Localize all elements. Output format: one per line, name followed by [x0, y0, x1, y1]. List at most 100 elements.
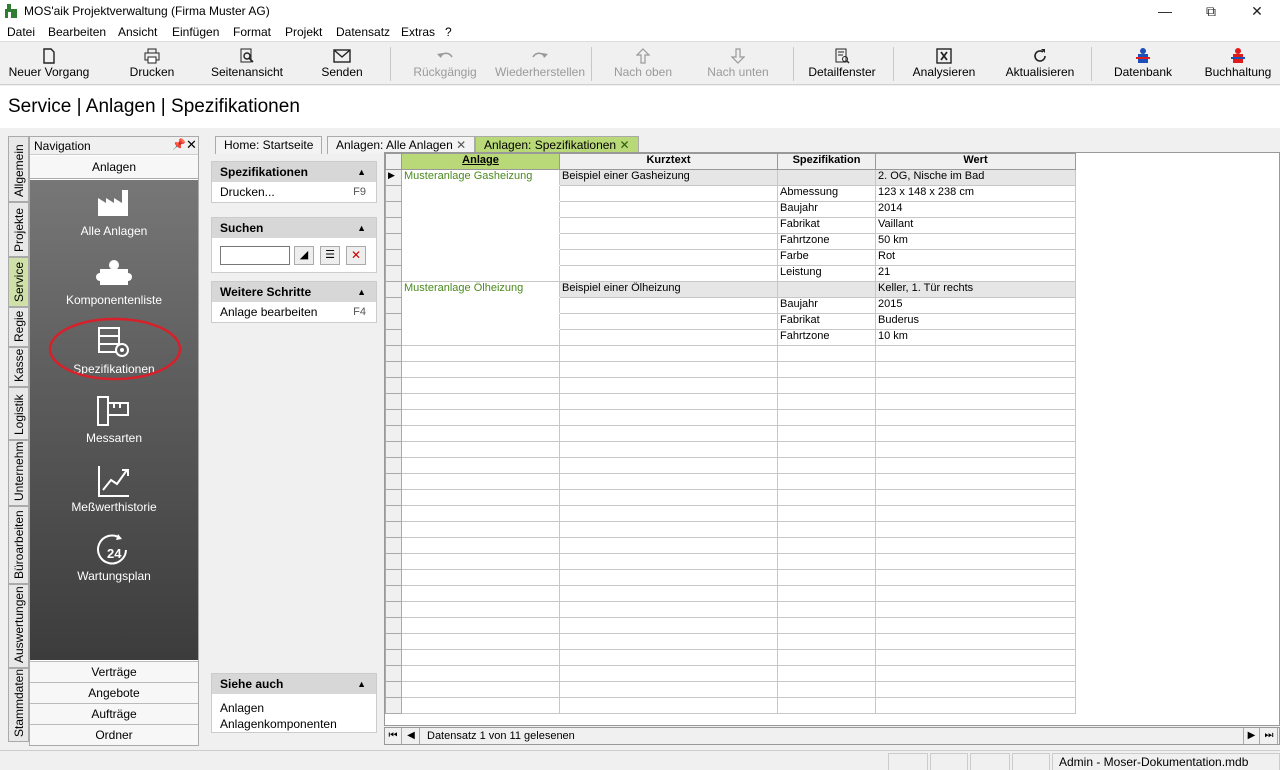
- cell-spezifikation[interactable]: [777, 665, 876, 682]
- cell-spezifikation[interactable]: [777, 345, 876, 362]
- row-selector[interactable]: [385, 281, 402, 298]
- cell-spezifikation[interactable]: Fabrikat: [777, 217, 876, 234]
- next-record-icon[interactable]: ▶: [1243, 728, 1260, 744]
- cell-spezifikation[interactable]: Leistung: [777, 265, 876, 282]
- move-down-button[interactable]: Nach unten: [692, 43, 784, 84]
- cell-wert[interactable]: [875, 393, 1076, 410]
- cell-kurztext[interactable]: [559, 425, 778, 442]
- cell-spezifikation[interactable]: [777, 617, 876, 634]
- table-row[interactable]: Baujahr 2015: [385, 297, 1076, 314]
- cell-anlage[interactable]: [401, 681, 560, 698]
- menu-bearbeiten[interactable]: Bearbeiten: [48, 25, 106, 39]
- cell-kurztext[interactable]: [559, 633, 778, 650]
- nav-item-komponentenliste[interactable]: Komponentenliste: [30, 249, 198, 317]
- nav-section-anlagen[interactable]: Anlagen: [30, 156, 198, 179]
- table-row[interactable]: [385, 361, 1076, 378]
- cell-wert[interactable]: [875, 649, 1076, 666]
- menu-einfuegen[interactable]: Einfügen: [172, 25, 219, 39]
- cell-spezifikation[interactable]: [777, 409, 876, 426]
- print-button[interactable]: Drucken: [106, 43, 198, 84]
- menu-help[interactable]: ?: [445, 25, 452, 39]
- cell-anlage[interactable]: [401, 233, 560, 250]
- table-row[interactable]: [385, 473, 1076, 490]
- table-row[interactable]: [385, 681, 1076, 698]
- row-selector[interactable]: [385, 489, 402, 506]
- table-row[interactable]: [385, 457, 1076, 474]
- cell-anlage[interactable]: [401, 569, 560, 586]
- vtab-auswertungen[interactable]: Auswertungen: [8, 584, 29, 668]
- collapse-icon[interactable]: ▲: [357, 282, 366, 302]
- row-selector[interactable]: [385, 249, 402, 266]
- nav-ordner[interactable]: Ordner: [30, 724, 198, 745]
- redo-button[interactable]: Wiederherstellen: [494, 43, 586, 84]
- row-selector[interactable]: [385, 585, 402, 602]
- restore-button[interactable]: ⧉: [1188, 0, 1234, 23]
- cell-wert[interactable]: [875, 569, 1076, 586]
- cell-anlage[interactable]: [401, 297, 560, 314]
- cell-wert[interactable]: [875, 553, 1076, 570]
- cell-kurztext[interactable]: [559, 649, 778, 666]
- table-row[interactable]: Baujahr 2014: [385, 201, 1076, 218]
- cell-kurztext[interactable]: [559, 329, 778, 346]
- cell-kurztext[interactable]: [559, 585, 778, 602]
- cell-wert[interactable]: [875, 377, 1076, 394]
- cell-anlage[interactable]: [401, 521, 560, 538]
- cell-spezifikation[interactable]: [777, 393, 876, 410]
- cell-kurztext[interactable]: [559, 201, 778, 218]
- cell-kurztext[interactable]: [559, 617, 778, 634]
- cell-spezifikation[interactable]: [777, 521, 876, 538]
- row-selector[interactable]: [385, 361, 402, 378]
- table-row[interactable]: Fahrtzone 50 km: [385, 233, 1076, 250]
- row-selector[interactable]: [385, 665, 402, 682]
- row-selector[interactable]: [385, 601, 402, 618]
- cell-spezifikation[interactable]: [777, 473, 876, 490]
- cell-spezifikation[interactable]: [777, 441, 876, 458]
- cell-anlage[interactable]: Musteranlage Ölheizung: [401, 281, 560, 298]
- cell-wert[interactable]: [875, 585, 1076, 602]
- table-row[interactable]: [385, 585, 1076, 602]
- row-selector[interactable]: [385, 697, 402, 714]
- collapse-icon[interactable]: ▲: [357, 218, 366, 238]
- cell-wert[interactable]: [875, 601, 1076, 618]
- cell-anlage[interactable]: [401, 617, 560, 634]
- table-row[interactable]: [385, 345, 1076, 362]
- group-siehe-header[interactable]: Siehe auch ▲: [212, 674, 376, 694]
- table-row[interactable]: Farbe Rot: [385, 249, 1076, 266]
- cell-spezifikation[interactable]: [777, 649, 876, 666]
- close-icon[interactable]: ✕: [186, 137, 197, 153]
- cell-spezifikation[interactable]: Fahrtzone: [777, 329, 876, 346]
- cell-wert[interactable]: [875, 633, 1076, 650]
- column-header-anlage[interactable]: Anlage: [401, 153, 560, 170]
- preview-button[interactable]: Seitenansicht: [204, 43, 290, 84]
- row-selector[interactable]: [385, 393, 402, 410]
- cell-spezifikation[interactable]: [777, 505, 876, 522]
- collapse-icon[interactable]: ▲: [357, 162, 366, 182]
- cell-anlage[interactable]: [401, 697, 560, 714]
- nav-item-messarten[interactable]: Messarten: [30, 387, 198, 455]
- table-row[interactable]: [385, 393, 1076, 410]
- tab-close-icon[interactable]: ✕: [619, 138, 629, 152]
- cell-wert[interactable]: [875, 361, 1076, 378]
- cell-anlage[interactable]: [401, 505, 560, 522]
- cell-spezifikation[interactable]: [777, 457, 876, 474]
- cell-anlage[interactable]: [401, 489, 560, 506]
- cell-wert[interactable]: Rot: [875, 249, 1076, 266]
- cell-spezifikation[interactable]: [777, 601, 876, 618]
- cell-anlage[interactable]: [401, 553, 560, 570]
- cell-kurztext[interactable]: [559, 457, 778, 474]
- nav-item-alle-anlagen[interactable]: Alle Anlagen: [30, 180, 198, 248]
- table-row[interactable]: [385, 377, 1076, 394]
- cell-anlage[interactable]: [401, 249, 560, 266]
- row-selector[interactable]: [385, 457, 402, 474]
- row-selector[interactable]: [385, 649, 402, 666]
- cell-anlage[interactable]: [401, 649, 560, 666]
- cell-kurztext[interactable]: [559, 409, 778, 426]
- cell-anlage[interactable]: [401, 601, 560, 618]
- cell-kurztext[interactable]: [559, 489, 778, 506]
- link-anlagenkomponenten[interactable]: Anlagenkomponenten: [220, 716, 368, 732]
- cell-kurztext[interactable]: [559, 313, 778, 330]
- row-selector[interactable]: [385, 185, 402, 202]
- table-row[interactable]: ▶ Musteranlage Gasheizung Beispiel einer G…: [385, 169, 1076, 186]
- row-selector[interactable]: [385, 505, 402, 522]
- row-selector[interactable]: [385, 553, 402, 570]
